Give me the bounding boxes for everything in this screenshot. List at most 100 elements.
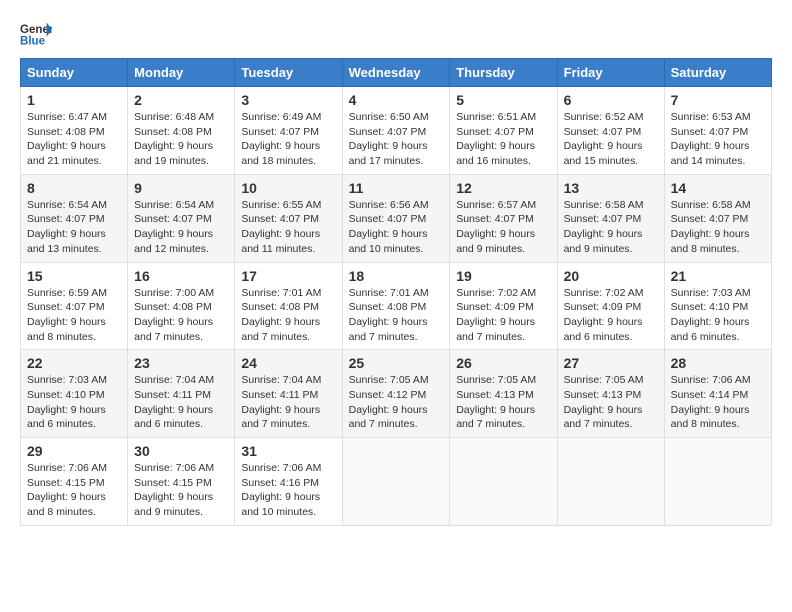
day-number: 19: [456, 268, 550, 284]
week-row-5: 29 Sunrise: 7:06 AMSunset: 4:15 PMDaylig…: [21, 438, 772, 526]
day-number: 2: [134, 92, 228, 108]
day-number: 10: [241, 180, 335, 196]
header-tuesday: Tuesday: [235, 59, 342, 87]
day-number: 4: [349, 92, 444, 108]
week-row-1: 1 Sunrise: 6:47 AMSunset: 4:08 PMDayligh…: [21, 87, 772, 175]
day-number: 21: [671, 268, 765, 284]
day-number: 7: [671, 92, 765, 108]
day-number: 5: [456, 92, 550, 108]
calendar-cell: 14 Sunrise: 6:58 AMSunset: 4:07 PMDaylig…: [664, 174, 771, 262]
day-number: 12: [456, 180, 550, 196]
day-info: Sunrise: 7:03 AMSunset: 4:10 PMDaylight:…: [671, 286, 765, 345]
day-info: Sunrise: 7:05 AMSunset: 4:12 PMDaylight:…: [349, 373, 444, 432]
calendar-cell: [664, 438, 771, 526]
day-info: Sunrise: 7:01 AMSunset: 4:08 PMDaylight:…: [241, 286, 335, 345]
calendar-cell: [557, 438, 664, 526]
day-number: 18: [349, 268, 444, 284]
header-thursday: Thursday: [450, 59, 557, 87]
calendar-cell: 5 Sunrise: 6:51 AMSunset: 4:07 PMDayligh…: [450, 87, 557, 175]
calendar-header-row: SundayMondayTuesdayWednesdayThursdayFrid…: [21, 59, 772, 87]
calendar-cell: 4 Sunrise: 6:50 AMSunset: 4:07 PMDayligh…: [342, 87, 450, 175]
day-info: Sunrise: 7:02 AMSunset: 4:09 PMDaylight:…: [564, 286, 658, 345]
header-wednesday: Wednesday: [342, 59, 450, 87]
day-info: Sunrise: 7:05 AMSunset: 4:13 PMDaylight:…: [456, 373, 550, 432]
week-row-3: 15 Sunrise: 6:59 AMSunset: 4:07 PMDaylig…: [21, 262, 772, 350]
day-info: Sunrise: 6:54 AMSunset: 4:07 PMDaylight:…: [134, 198, 228, 257]
week-row-4: 22 Sunrise: 7:03 AMSunset: 4:10 PMDaylig…: [21, 350, 772, 438]
header-friday: Friday: [557, 59, 664, 87]
calendar-cell: 18 Sunrise: 7:01 AMSunset: 4:08 PMDaylig…: [342, 262, 450, 350]
day-number: 23: [134, 355, 228, 371]
day-info: Sunrise: 7:06 AMSunset: 4:14 PMDaylight:…: [671, 373, 765, 432]
day-info: Sunrise: 7:06 AMSunset: 4:16 PMDaylight:…: [241, 461, 335, 520]
day-number: 22: [27, 355, 121, 371]
day-number: 25: [349, 355, 444, 371]
calendar-cell: 22 Sunrise: 7:03 AMSunset: 4:10 PMDaylig…: [21, 350, 128, 438]
day-info: Sunrise: 7:05 AMSunset: 4:13 PMDaylight:…: [564, 373, 658, 432]
calendar-cell: 3 Sunrise: 6:49 AMSunset: 4:07 PMDayligh…: [235, 87, 342, 175]
day-number: 1: [27, 92, 121, 108]
day-info: Sunrise: 7:06 AMSunset: 4:15 PMDaylight:…: [134, 461, 228, 520]
calendar-cell: 23 Sunrise: 7:04 AMSunset: 4:11 PMDaylig…: [128, 350, 235, 438]
calendar-cell: 27 Sunrise: 7:05 AMSunset: 4:13 PMDaylig…: [557, 350, 664, 438]
day-info: Sunrise: 7:00 AMSunset: 4:08 PMDaylight:…: [134, 286, 228, 345]
calendar-cell: 16 Sunrise: 7:00 AMSunset: 4:08 PMDaylig…: [128, 262, 235, 350]
day-info: Sunrise: 6:54 AMSunset: 4:07 PMDaylight:…: [27, 198, 121, 257]
calendar-cell: 10 Sunrise: 6:55 AMSunset: 4:07 PMDaylig…: [235, 174, 342, 262]
calendar-cell: 17 Sunrise: 7:01 AMSunset: 4:08 PMDaylig…: [235, 262, 342, 350]
calendar-cell: 8 Sunrise: 6:54 AMSunset: 4:07 PMDayligh…: [21, 174, 128, 262]
calendar-cell: 19 Sunrise: 7:02 AMSunset: 4:09 PMDaylig…: [450, 262, 557, 350]
calendar-cell: 30 Sunrise: 7:06 AMSunset: 4:15 PMDaylig…: [128, 438, 235, 526]
day-number: 13: [564, 180, 658, 196]
day-info: Sunrise: 6:51 AMSunset: 4:07 PMDaylight:…: [456, 110, 550, 169]
calendar-cell: 15 Sunrise: 6:59 AMSunset: 4:07 PMDaylig…: [21, 262, 128, 350]
day-info: Sunrise: 6:56 AMSunset: 4:07 PMDaylight:…: [349, 198, 444, 257]
calendar-cell: 28 Sunrise: 7:06 AMSunset: 4:14 PMDaylig…: [664, 350, 771, 438]
day-number: 14: [671, 180, 765, 196]
day-info: Sunrise: 6:58 AMSunset: 4:07 PMDaylight:…: [671, 198, 765, 257]
day-number: 6: [564, 92, 658, 108]
day-number: 20: [564, 268, 658, 284]
calendar-cell: 13 Sunrise: 6:58 AMSunset: 4:07 PMDaylig…: [557, 174, 664, 262]
day-info: Sunrise: 7:02 AMSunset: 4:09 PMDaylight:…: [456, 286, 550, 345]
calendar-cell: 29 Sunrise: 7:06 AMSunset: 4:15 PMDaylig…: [21, 438, 128, 526]
calendar-cell: 1 Sunrise: 6:47 AMSunset: 4:08 PMDayligh…: [21, 87, 128, 175]
calendar-cell: 2 Sunrise: 6:48 AMSunset: 4:08 PMDayligh…: [128, 87, 235, 175]
day-number: 24: [241, 355, 335, 371]
calendar-cell: [342, 438, 450, 526]
calendar-cell: 6 Sunrise: 6:52 AMSunset: 4:07 PMDayligh…: [557, 87, 664, 175]
calendar-cell: 31 Sunrise: 7:06 AMSunset: 4:16 PMDaylig…: [235, 438, 342, 526]
day-info: Sunrise: 7:03 AMSunset: 4:10 PMDaylight:…: [27, 373, 121, 432]
day-number: 15: [27, 268, 121, 284]
day-info: Sunrise: 6:55 AMSunset: 4:07 PMDaylight:…: [241, 198, 335, 257]
day-info: Sunrise: 7:06 AMSunset: 4:15 PMDaylight:…: [27, 461, 121, 520]
calendar-table: SundayMondayTuesdayWednesdayThursdayFrid…: [20, 58, 772, 526]
calendar-cell: 9 Sunrise: 6:54 AMSunset: 4:07 PMDayligh…: [128, 174, 235, 262]
day-info: Sunrise: 6:48 AMSunset: 4:08 PMDaylight:…: [134, 110, 228, 169]
day-number: 26: [456, 355, 550, 371]
day-info: Sunrise: 6:52 AMSunset: 4:07 PMDaylight:…: [564, 110, 658, 169]
calendar-cell: 12 Sunrise: 6:57 AMSunset: 4:07 PMDaylig…: [450, 174, 557, 262]
day-number: 17: [241, 268, 335, 284]
calendar-cell: [450, 438, 557, 526]
calendar-cell: 26 Sunrise: 7:05 AMSunset: 4:13 PMDaylig…: [450, 350, 557, 438]
page-header: General Blue: [20, 20, 772, 48]
day-number: 30: [134, 443, 228, 459]
logo-icon: General Blue: [20, 20, 52, 48]
day-info: Sunrise: 7:04 AMSunset: 4:11 PMDaylight:…: [134, 373, 228, 432]
day-number: 3: [241, 92, 335, 108]
day-info: Sunrise: 6:47 AMSunset: 4:08 PMDaylight:…: [27, 110, 121, 169]
calendar-cell: 20 Sunrise: 7:02 AMSunset: 4:09 PMDaylig…: [557, 262, 664, 350]
day-info: Sunrise: 6:49 AMSunset: 4:07 PMDaylight:…: [241, 110, 335, 169]
day-info: Sunrise: 7:04 AMSunset: 4:11 PMDaylight:…: [241, 373, 335, 432]
day-info: Sunrise: 6:53 AMSunset: 4:07 PMDaylight:…: [671, 110, 765, 169]
header-saturday: Saturday: [664, 59, 771, 87]
calendar-cell: 25 Sunrise: 7:05 AMSunset: 4:12 PMDaylig…: [342, 350, 450, 438]
day-info: Sunrise: 6:50 AMSunset: 4:07 PMDaylight:…: [349, 110, 444, 169]
week-row-2: 8 Sunrise: 6:54 AMSunset: 4:07 PMDayligh…: [21, 174, 772, 262]
header-sunday: Sunday: [21, 59, 128, 87]
day-number: 11: [349, 180, 444, 196]
day-number: 29: [27, 443, 121, 459]
calendar-cell: 7 Sunrise: 6:53 AMSunset: 4:07 PMDayligh…: [664, 87, 771, 175]
calendar-cell: 24 Sunrise: 7:04 AMSunset: 4:11 PMDaylig…: [235, 350, 342, 438]
